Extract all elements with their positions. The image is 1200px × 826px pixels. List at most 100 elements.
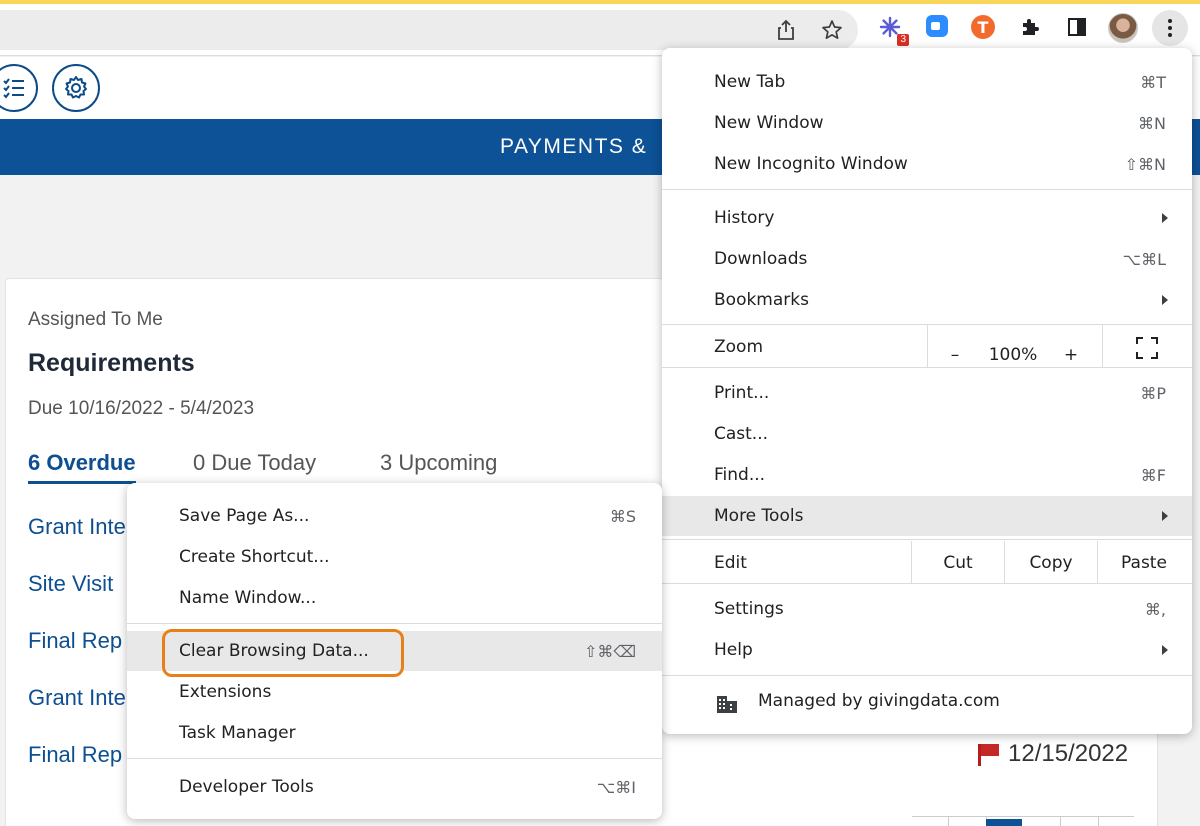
chrome-main-menu: New Tab ⌘T New Window ⌘N New Incognito W…	[662, 48, 1192, 734]
tab-upcoming[interactable]: 3 Upcoming	[380, 450, 497, 476]
tamper-extension-letter: T	[977, 17, 989, 37]
side-panel-icon[interactable]	[1064, 14, 1090, 40]
menu-item-label: New Incognito Window	[714, 154, 908, 174]
requirement-link[interactable]: Grant Inte	[28, 514, 126, 540]
banner-title: PAYMENTS &	[500, 135, 648, 158]
menu-item-label: New Window	[714, 113, 824, 133]
submenu-item-name-window[interactable]: Name Window...	[127, 578, 662, 618]
menu-item-cast[interactable]: Cast...	[662, 414, 1192, 454]
menu-item-label: Help	[714, 640, 753, 660]
zoom-extension-icon[interactable]	[926, 15, 948, 37]
requirement-link[interactable]: Final Rep	[28, 742, 122, 768]
menu-item-downloads[interactable]: Downloads ⌥⌘L	[662, 239, 1192, 279]
extension-badge: 3	[897, 34, 909, 46]
section-title: Requirements	[28, 349, 195, 377]
edit-cut-button[interactable]: Cut	[912, 543, 1004, 583]
due-date: 12/15/2022	[1008, 740, 1129, 767]
building-icon	[716, 694, 738, 714]
zoom-in-button[interactable]: +	[1048, 335, 1094, 375]
zoom-out-button[interactable]: –	[932, 335, 978, 375]
settings-gear-icon[interactable]	[52, 64, 100, 112]
assigned-label: Assigned To Me	[28, 309, 163, 330]
submenu-arrow-icon	[1162, 511, 1168, 521]
submenu-arrow-icon	[1162, 213, 1168, 223]
more-tools-submenu: Save Page As... ⌘S Create Shortcut... Na…	[127, 483, 662, 819]
address-bar[interactable]	[0, 10, 858, 50]
extension-sparkle-icon[interactable]: 3	[877, 14, 909, 46]
tamper-extension-icon[interactable]: T	[971, 15, 995, 39]
menu-item-bookmarks[interactable]: Bookmarks	[662, 280, 1192, 320]
menu-divider	[662, 539, 1192, 540]
highlight-annotation	[162, 629, 404, 677]
menu-item-shortcut: ⇧⌘N	[1124, 154, 1166, 174]
due-date-flagged: 12/15/2022	[976, 740, 1128, 768]
menu-divider	[127, 623, 662, 624]
menu-item-label: History	[714, 208, 775, 228]
menu-item-help[interactable]: Help	[662, 630, 1192, 670]
menu-divider	[662, 367, 1192, 368]
managed-by-label[interactable]: Managed by givingdata.com	[758, 691, 1000, 711]
menu-divider	[662, 583, 1192, 584]
submenu-item-label: Create Shortcut...	[179, 547, 330, 567]
tab-overdue[interactable]: 6 Overdue	[28, 450, 136, 484]
menu-item-label: Zoom	[714, 337, 764, 357]
submenu-arrow-icon	[1162, 645, 1168, 655]
menu-item-more-tools[interactable]: More Tools	[662, 496, 1192, 536]
requirement-link[interactable]: Grant Inte	[28, 685, 126, 711]
menu-item-shortcut: ⌘P	[1140, 383, 1166, 403]
submenu-item-shortcut: ⌥⌘I	[596, 777, 636, 797]
submenu-item-shortcut: ⌘S	[609, 506, 636, 526]
submenu-item-developer-tools[interactable]: Developer Tools ⌥⌘I	[127, 767, 662, 807]
submenu-item-save-page[interactable]: Save Page As... ⌘S	[127, 496, 662, 536]
requirement-link[interactable]: Final Rep	[28, 628, 122, 654]
menu-item-print[interactable]: Print... ⌘P	[662, 373, 1192, 413]
menu-item-shortcut: ⌘F	[1140, 465, 1166, 485]
menu-divider	[662, 675, 1192, 676]
menu-item-label: Downloads	[714, 249, 808, 269]
menu-item-label: Bookmarks	[714, 290, 809, 310]
menu-item-label: Settings	[714, 599, 784, 619]
menu-item-shortcut: ⌘T	[1140, 72, 1166, 92]
pagination[interactable]	[912, 816, 1134, 826]
menu-item-settings[interactable]: Settings ⌘,	[662, 589, 1192, 629]
menu-divider	[127, 758, 662, 759]
submenu-item-label: Task Manager	[179, 723, 296, 743]
menu-item-label: Print...	[714, 383, 770, 403]
puzzle-extensions-icon[interactable]	[1017, 14, 1043, 40]
profile-avatar[interactable]	[1108, 13, 1138, 43]
edit-paste-button[interactable]: Paste	[1098, 543, 1190, 583]
submenu-item-label: Developer Tools	[179, 777, 314, 797]
submenu-item-task-manager[interactable]: Task Manager	[127, 713, 662, 753]
submenu-item-extensions[interactable]: Extensions	[127, 672, 662, 712]
menu-item-label: More Tools	[714, 506, 804, 526]
menu-item-shortcut: ⌘,	[1144, 599, 1166, 619]
menu-item-new-incognito-window[interactable]: New Incognito Window ⇧⌘N	[662, 144, 1192, 184]
bookmark-star-icon[interactable]	[820, 18, 844, 42]
menu-item-shortcut: ⌥⌘L	[1122, 249, 1166, 269]
menu-item-new-window[interactable]: New Window ⌘N	[662, 103, 1192, 143]
submenu-arrow-icon	[1162, 295, 1168, 305]
menu-item-label: Find...	[714, 465, 766, 485]
menu-item-find[interactable]: Find... ⌘F	[662, 455, 1192, 495]
pagination-current[interactable]	[986, 819, 1022, 826]
menu-item-shortcut: ⌘N	[1138, 113, 1166, 133]
due-range: Due 10/16/2022 - 5/4/2023	[28, 398, 255, 419]
submenu-item-shortcut: ⇧⌘⌫	[583, 641, 636, 661]
submenu-item-label: Save Page As...	[179, 506, 310, 526]
edit-copy-button[interactable]: Copy	[1005, 543, 1097, 583]
flag-icon	[976, 742, 1000, 766]
menu-item-label: Cast...	[714, 424, 769, 444]
menu-item-new-tab[interactable]: New Tab ⌘T	[662, 62, 1192, 102]
zoom-level: 100%	[988, 345, 1038, 365]
menu-item-label: Edit	[714, 553, 747, 573]
share-icon[interactable]	[774, 18, 798, 42]
submenu-item-create-shortcut[interactable]: Create Shortcut...	[127, 537, 662, 577]
menu-divider	[662, 189, 1192, 190]
menu-item-history[interactable]: History	[662, 198, 1192, 238]
chrome-menu-button[interactable]	[1152, 10, 1188, 46]
fullscreen-icon[interactable]	[1136, 337, 1158, 359]
requirement-link[interactable]: Site Visit	[28, 571, 113, 597]
submenu-item-label: Name Window...	[179, 588, 317, 608]
tab-due-today[interactable]: 0 Due Today	[193, 450, 316, 476]
submenu-item-label: Extensions	[179, 682, 272, 702]
